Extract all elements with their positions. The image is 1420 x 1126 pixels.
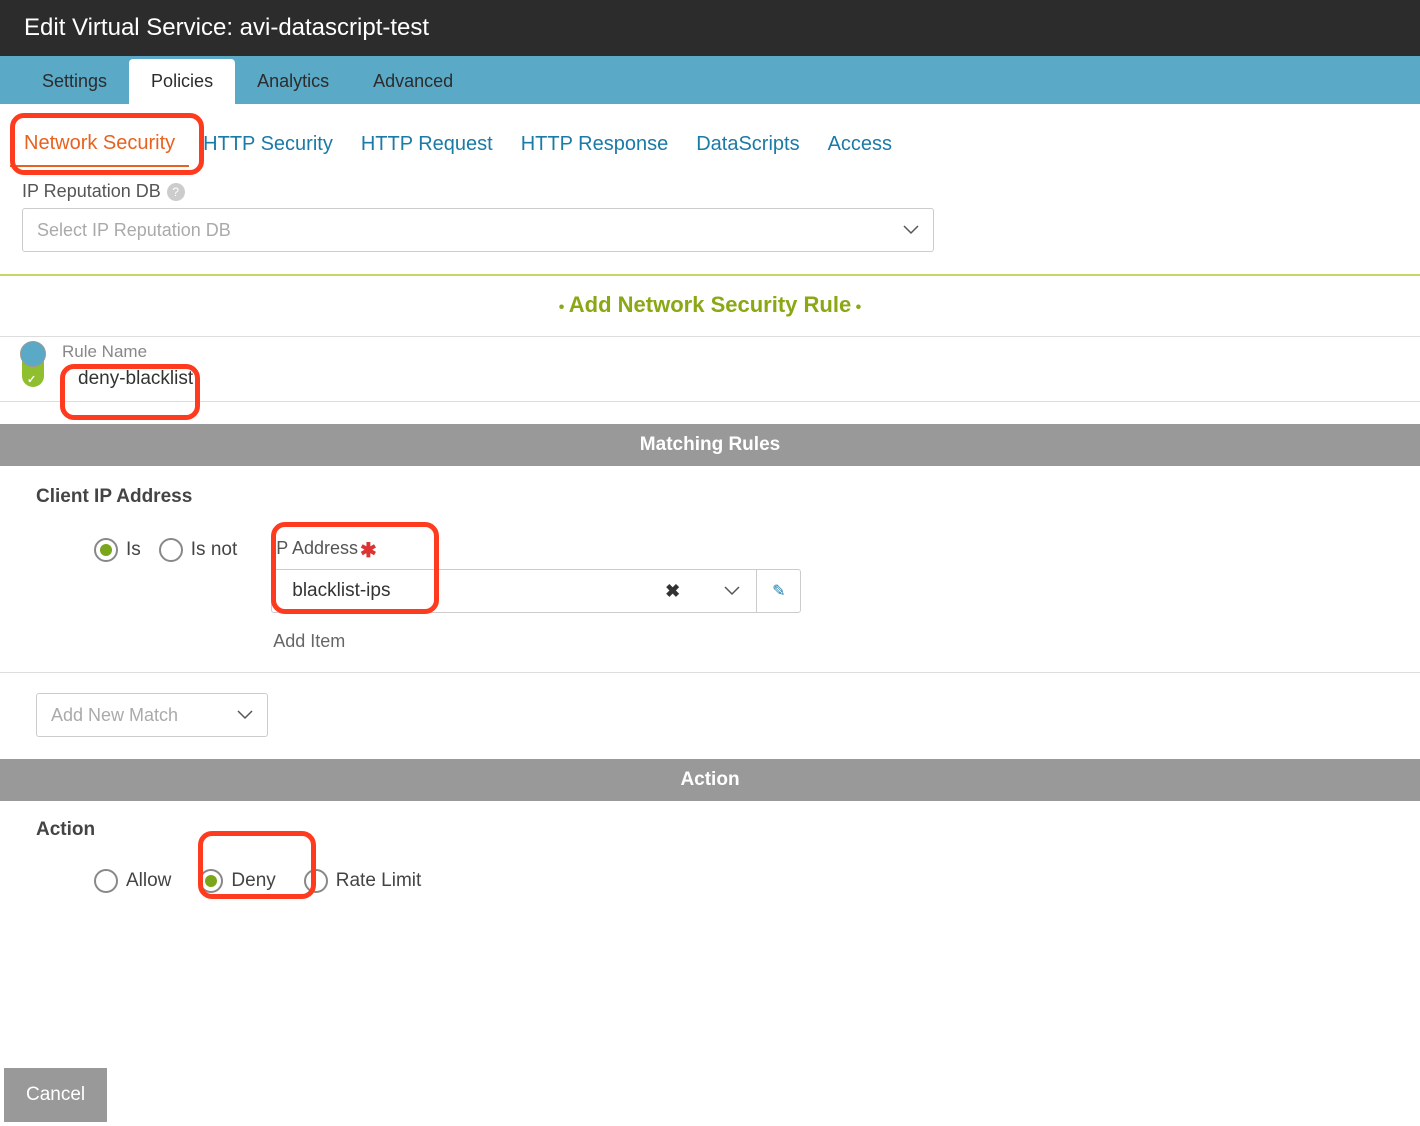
radio-icon — [304, 869, 328, 893]
tab-analytics[interactable]: Analytics — [235, 59, 351, 104]
footer: Cancel — [4, 1068, 107, 1122]
subtab-access[interactable]: Access — [814, 123, 906, 166]
add-network-security-rule-link[interactable]: Add Network Security Rule — [569, 292, 851, 317]
radio-icon — [159, 538, 183, 562]
radio-icon — [199, 869, 223, 893]
pencil-icon: ✎ — [772, 581, 785, 601]
cancel-button[interactable]: Cancel — [4, 1068, 107, 1122]
rule-enable-toggle[interactable]: ✓ — [22, 347, 48, 391]
chevron-down-icon — [237, 710, 253, 720]
subtab-http-security[interactable]: HTTP Security — [189, 123, 347, 166]
subtab-http-response[interactable]: HTTP Response — [507, 123, 682, 166]
subtab-datascripts[interactable]: DataScripts — [682, 123, 813, 166]
radio-allow[interactable]: Allow — [94, 869, 171, 893]
add-item-link[interactable]: Add Item — [271, 619, 801, 652]
bullet-icon: • — [559, 299, 565, 316]
tab-advanced[interactable]: Advanced — [351, 59, 475, 104]
tab-policies[interactable]: Policies — [129, 59, 235, 104]
radio-deny[interactable]: Deny — [199, 869, 275, 893]
help-icon[interactable]: ? — [167, 183, 185, 201]
modal-title: Edit Virtual Service: avi-datascript-tes… — [24, 14, 429, 41]
tab-settings[interactable]: Settings — [20, 59, 129, 104]
radio-is[interactable]: Is — [94, 538, 141, 562]
action-label: Action — [36, 819, 1384, 841]
bullet-icon: • — [856, 299, 862, 316]
add-rule-row: • Add Network Security Rule • — [0, 274, 1420, 326]
subtab-network-security[interactable]: Network Security — [10, 122, 189, 167]
radio-is-not[interactable]: Is not — [159, 538, 237, 562]
clear-icon[interactable]: ✖ — [665, 581, 680, 602]
rule-row: ✓ deny-blacklist — [0, 336, 1420, 402]
client-ip-label: Client IP Address — [36, 486, 1384, 508]
matching-rules-band: Matching Rules — [0, 424, 1420, 466]
add-new-match-placeholder: Add New Match — [51, 705, 178, 726]
edit-button[interactable]: ✎ — [756, 569, 800, 613]
radio-icon — [94, 538, 118, 562]
subtab-bar: Network Security HTTP Security HTTP Requ… — [0, 104, 1420, 167]
ip-address-select[interactable]: blacklist-ips ✖ ✎ — [271, 569, 801, 613]
radio-rate-limit[interactable]: Rate Limit — [304, 869, 422, 893]
ip-reputation-label: IP Reputation DB ? — [22, 181, 1398, 202]
ip-reputation-placeholder: Select IP Reputation DB — [37, 220, 231, 241]
modal-header: Edit Virtual Service: avi-datascript-tes… — [0, 0, 1420, 56]
rule-name-input[interactable]: deny-blacklist — [64, 348, 1398, 390]
required-star-icon: ✱ — [360, 540, 377, 562]
ip-address-value: blacklist-ips — [272, 580, 800, 602]
subtab-http-request[interactable]: HTTP Request — [347, 123, 507, 166]
check-icon: ✓ — [27, 373, 36, 386]
matching-section: Client IP Address Is Is not IP Address✱ … — [0, 466, 1420, 673]
chevron-down-icon[interactable] — [724, 586, 740, 596]
action-section: Action Allow Deny Rate Limit — [0, 801, 1420, 923]
action-band: Action — [0, 759, 1420, 801]
add-new-match-select[interactable]: Add New Match — [36, 693, 268, 737]
ip-address-label: IP Address✱ — [271, 538, 801, 563]
radio-icon — [94, 869, 118, 893]
chevron-down-icon — [903, 225, 919, 235]
ip-reputation-select[interactable]: Select IP Reputation DB — [22, 208, 934, 252]
tab-bar: Settings Policies Analytics Advanced — [0, 56, 1420, 104]
